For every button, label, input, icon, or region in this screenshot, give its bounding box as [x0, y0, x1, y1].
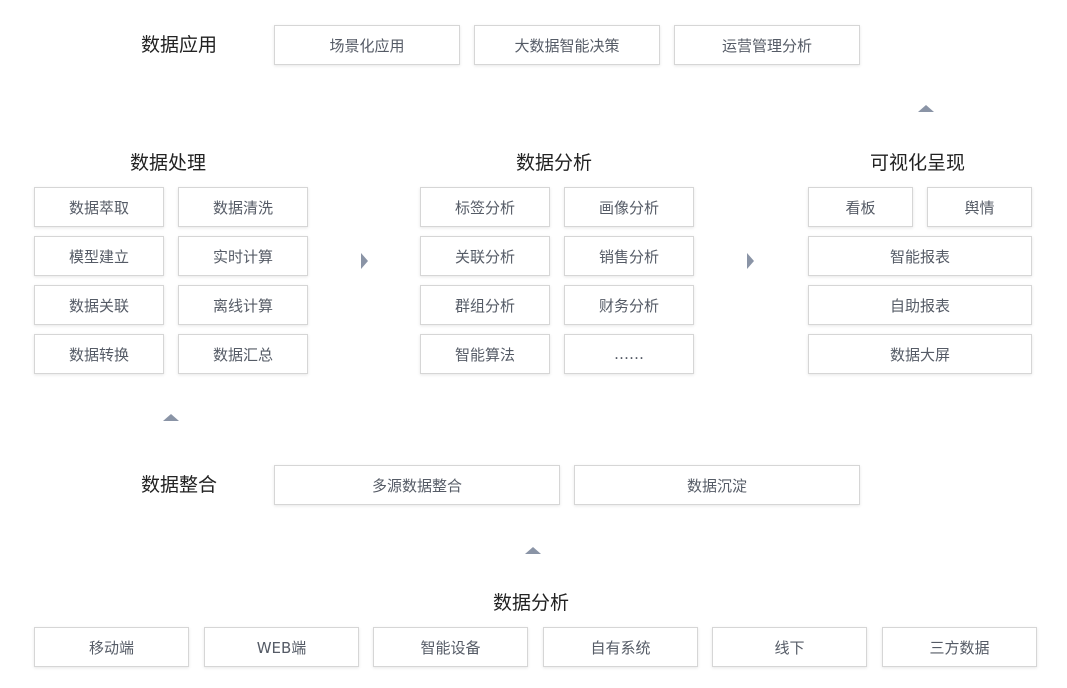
visualization-item-big-screen: 数据大屏 — [808, 334, 1032, 374]
application-title: 数据应用 — [141, 34, 218, 56]
application-item-operations-analysis: 运营管理分析 — [674, 25, 860, 65]
source-item-smart-device: 智能设备 — [373, 627, 528, 667]
visualization-item-dashboard: 看板 — [808, 187, 913, 227]
processing-item-offline: 离线计算 — [178, 285, 308, 325]
processing-item-modeling: 模型建立 — [34, 236, 164, 276]
processing-item-extraction: 数据萃取 — [34, 187, 164, 227]
processing-item-conversion: 数据转换 — [34, 334, 164, 374]
source-item-web: WEB端 — [204, 627, 359, 667]
source-item-third-party: 三方数据 — [882, 627, 1037, 667]
processing-item-summary: 数据汇总 — [178, 334, 308, 374]
processing-item-cleansing: 数据清洗 — [178, 187, 308, 227]
analysis-item-finance: 财务分析 — [564, 285, 694, 325]
processing-item-association: 数据关联 — [34, 285, 164, 325]
processing-title: 数据处理 — [130, 152, 207, 174]
application-item-big-data-decision: 大数据智能决策 — [474, 25, 660, 65]
visualization-item-self-service-report: 自助报表 — [808, 285, 1032, 325]
source-item-offline: 线下 — [712, 627, 867, 667]
processing-item-realtime: 实时计算 — [178, 236, 308, 276]
analysis-item-profile: 画像分析 — [564, 187, 694, 227]
source-item-mobile: 移动端 — [34, 627, 189, 667]
integration-item-multi-source: 多源数据整合 — [274, 465, 560, 505]
analysis-item-algorithm: 智能算法 — [420, 334, 550, 374]
analysis-item-more: …… — [564, 334, 694, 374]
analysis-item-tag: 标签分析 — [420, 187, 550, 227]
arrow-right-icon — [361, 253, 368, 269]
source-item-own-system: 自有系统 — [543, 627, 698, 667]
sources-title: 数据分析 — [493, 592, 570, 614]
visualization-item-smart-report: 智能报表 — [808, 236, 1032, 276]
arrow-right-icon — [747, 253, 754, 269]
arrow-up-icon — [163, 414, 179, 421]
arrow-up-icon — [918, 105, 934, 112]
visualization-item-sentiment: 舆情 — [927, 187, 1032, 227]
analysis-item-sales: 销售分析 — [564, 236, 694, 276]
application-item-scenario: 场景化应用 — [274, 25, 460, 65]
visualization-title: 可视化呈现 — [870, 152, 966, 174]
arrow-up-icon — [525, 547, 541, 554]
analysis-item-group: 群组分析 — [420, 285, 550, 325]
analysis-item-association: 关联分析 — [420, 236, 550, 276]
integration-item-sedimentation: 数据沉淀 — [574, 465, 860, 505]
analysis-title: 数据分析 — [516, 152, 593, 174]
integration-title: 数据整合 — [141, 474, 218, 496]
